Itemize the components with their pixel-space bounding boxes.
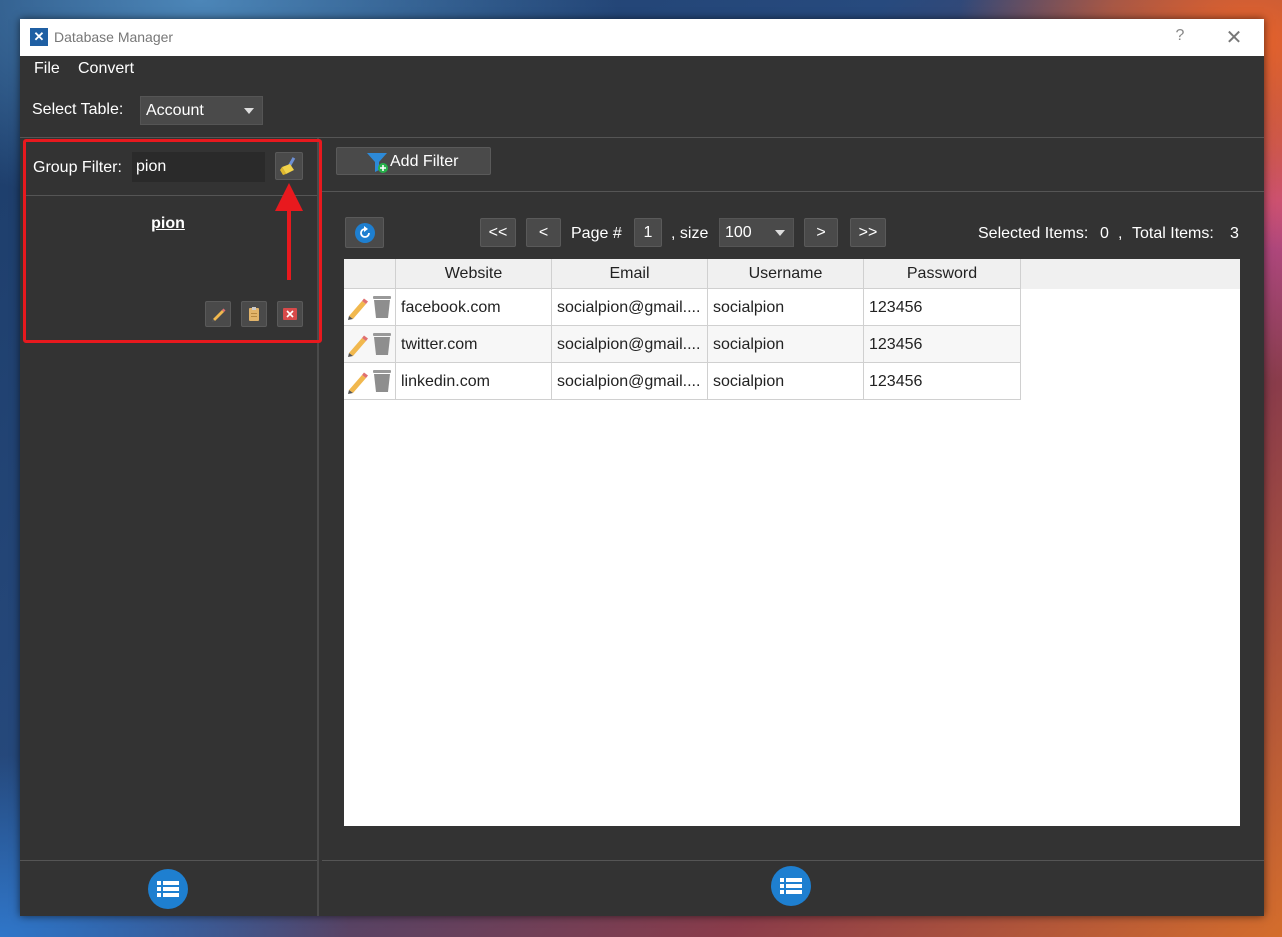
cell-email[interactable]: socialpion@gmail....	[552, 326, 708, 363]
cell-username[interactable]: socialpion	[708, 363, 864, 400]
delete-row-icon[interactable]	[373, 296, 391, 318]
data-table: Website Email Username Password facebook…	[344, 259, 1240, 826]
table-select-value: Account	[146, 102, 204, 119]
app-window: ✕ Database Manager ? ✕ File Convert Sele…	[20, 19, 1264, 916]
filter-divider	[322, 191, 1264, 192]
page-label: Page #	[571, 225, 622, 242]
cell-password[interactable]: 123456	[864, 326, 1021, 363]
edit-row-icon[interactable]	[348, 298, 368, 321]
delete-row-icon[interactable]	[373, 370, 391, 392]
table-row[interactable]: twitter.com socialpion@gmail.... socialp…	[344, 326, 1021, 363]
row-action-icons	[348, 370, 391, 395]
column-header-website[interactable]: Website	[396, 259, 552, 289]
chevron-down-icon	[244, 108, 254, 114]
size-label: , size	[671, 225, 709, 242]
cell-username[interactable]: socialpion	[708, 289, 864, 326]
close-button[interactable]: ✕	[1222, 25, 1246, 50]
row-action-icons	[348, 333, 391, 358]
highlight-arrow-line	[287, 204, 291, 280]
list-icon	[157, 881, 179, 897]
table-row[interactable]: facebook.com socialpion@gmail.... social…	[344, 289, 1021, 326]
app-logo-icon: ✕	[30, 28, 48, 46]
row-actions	[344, 289, 396, 326]
refresh-button[interactable]	[345, 217, 384, 248]
total-items-count: 3	[1230, 225, 1239, 242]
column-header-email[interactable]: Email	[552, 259, 708, 289]
total-items-label: Total Items:	[1132, 225, 1214, 242]
cell-email[interactable]: socialpion@gmail....	[552, 363, 708, 400]
items-separator: ,	[1118, 225, 1123, 242]
page-size-dropdown[interactable]: 100	[719, 218, 794, 247]
row-action-icons	[348, 296, 391, 321]
cell-email[interactable]: socialpion@gmail....	[552, 289, 708, 326]
cell-website[interactable]: facebook.com	[396, 289, 552, 326]
selected-items-count: 0	[1100, 225, 1109, 242]
edit-row-icon[interactable]	[348, 372, 368, 395]
menu-bar: File Convert	[20, 56, 1264, 82]
cell-website[interactable]: twitter.com	[396, 326, 552, 363]
column-header-password[interactable]: Password	[864, 259, 1021, 289]
select-table-label: Select Table:	[32, 101, 124, 118]
left-footer-divider	[20, 860, 317, 861]
delete-row-icon[interactable]	[373, 333, 391, 355]
column-header-username[interactable]: Username	[708, 259, 864, 289]
filter-add-icon	[367, 153, 388, 173]
column-header-actions	[344, 259, 396, 289]
selected-items-label: Selected Items:	[978, 225, 1089, 242]
cell-password[interactable]: 123456	[864, 363, 1021, 400]
table-select-dropdown[interactable]: Account	[140, 96, 263, 125]
cell-username[interactable]: socialpion	[708, 326, 864, 363]
menu-convert[interactable]: Convert	[78, 60, 134, 78]
next-page-button[interactable]: >	[804, 218, 838, 247]
toolbar-divider	[20, 137, 1264, 138]
prev-page-button[interactable]: <	[526, 218, 561, 247]
menu-file[interactable]: File	[34, 60, 60, 78]
row-actions	[344, 326, 396, 363]
page-size-value: 100	[725, 224, 752, 241]
page-number-input[interactable]: 1	[634, 218, 662, 247]
add-filter-button[interactable]: Add Filter	[336, 147, 491, 175]
refresh-icon	[354, 222, 375, 243]
window-title: Database Manager	[54, 29, 174, 45]
chevron-down-icon	[775, 230, 785, 236]
record-list-button[interactable]	[771, 866, 811, 906]
highlight-box	[23, 139, 322, 343]
table-row[interactable]: linkedin.com socialpion@gmail.... social…	[344, 363, 1021, 400]
title-bar: ✕ Database Manager ? ✕	[20, 19, 1264, 56]
right-footer-divider	[322, 860, 1264, 861]
edit-row-icon[interactable]	[348, 335, 368, 358]
add-filter-label: Add Filter	[390, 153, 459, 170]
list-icon	[780, 878, 802, 894]
cell-password[interactable]: 123456	[864, 289, 1021, 326]
first-page-button[interactable]: <<	[480, 218, 516, 247]
cell-website[interactable]: linkedin.com	[396, 363, 552, 400]
last-page-button[interactable]: >>	[850, 218, 886, 247]
help-button[interactable]: ?	[1170, 27, 1190, 45]
row-actions	[344, 363, 396, 400]
group-list-button[interactable]	[148, 869, 188, 909]
